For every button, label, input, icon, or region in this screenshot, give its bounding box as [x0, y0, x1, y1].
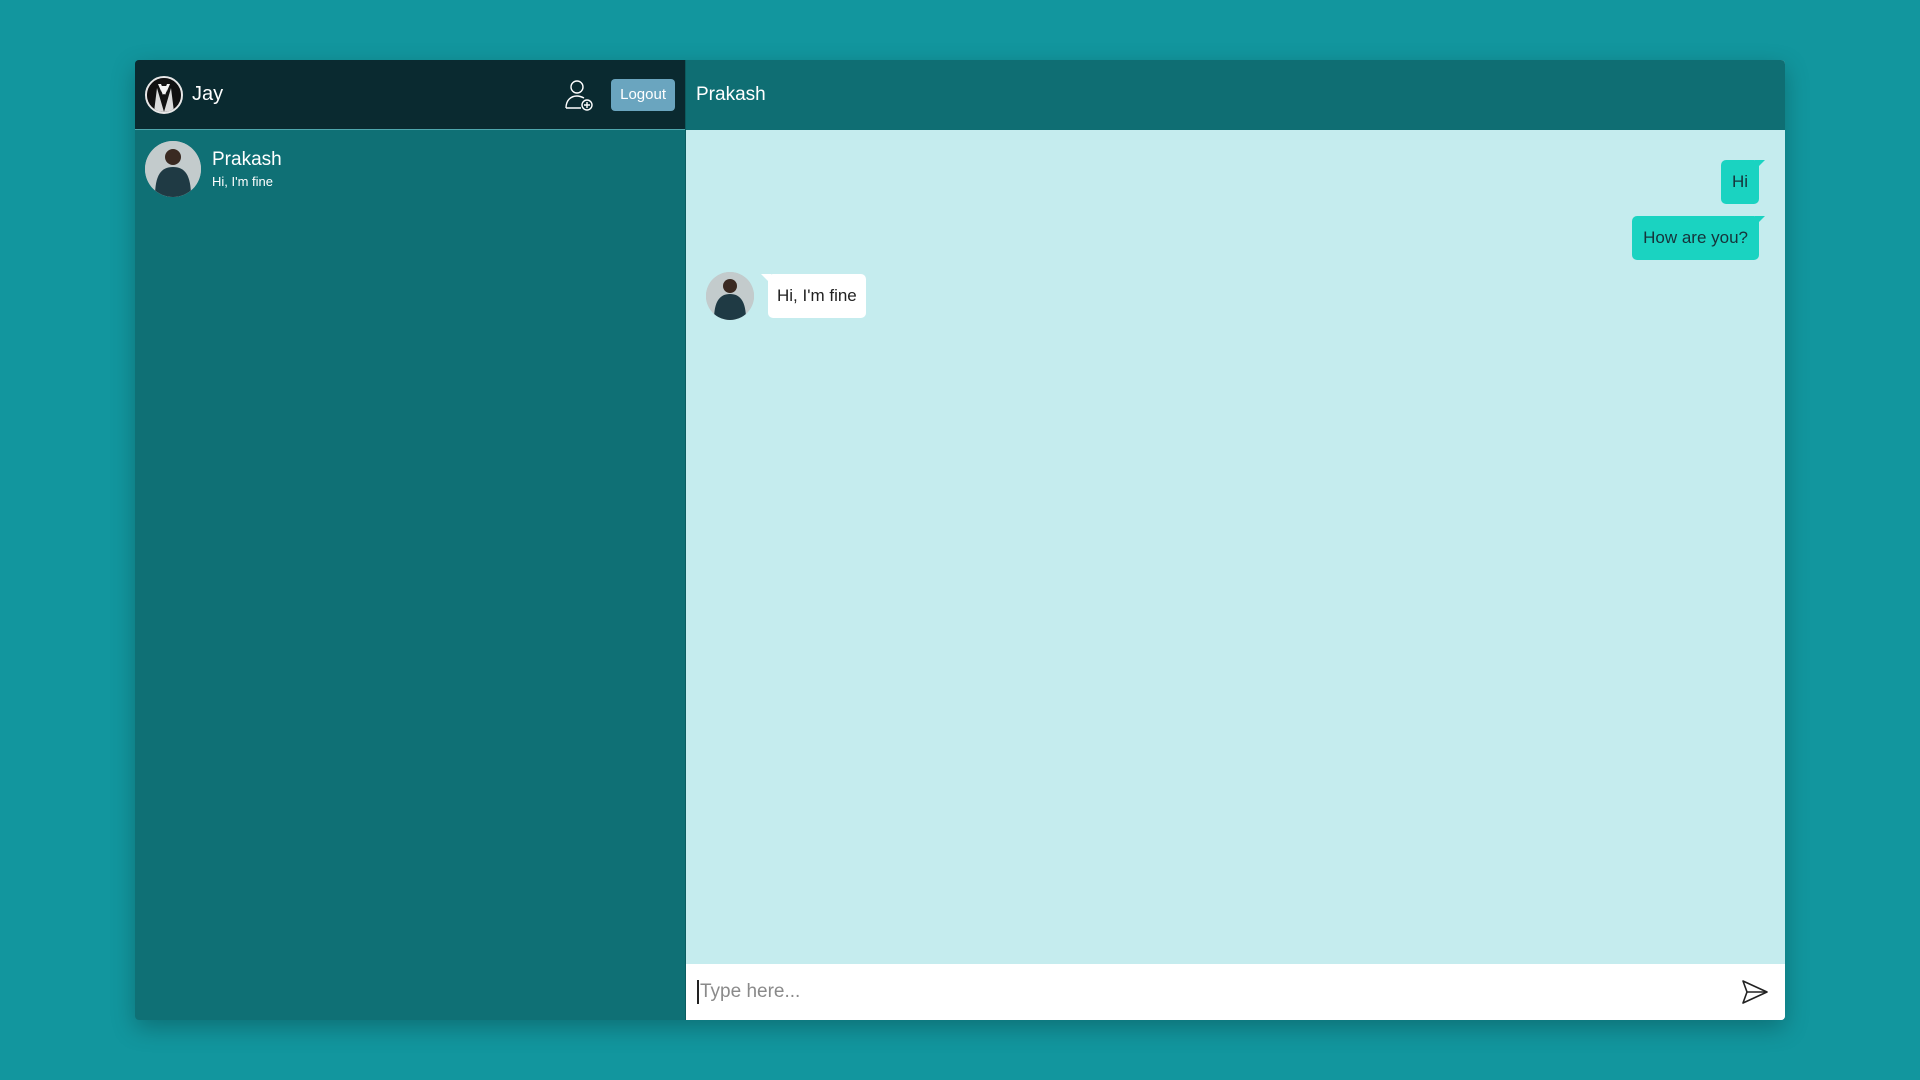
contact-list: Prakash Hi, I'm fine — [135, 130, 685, 1020]
message-composer — [686, 964, 1785, 1020]
chat-title: Prakash — [696, 84, 766, 105]
message-outgoing: Hi — [706, 160, 1766, 204]
sidebar-header: Jay Logout — [135, 60, 685, 130]
message-bubble-incoming: Hi, I'm fine — [761, 274, 866, 318]
chat-app-window: Jay Logout Prakash Hi, I'm fine Prakash … — [135, 60, 1785, 1020]
chat-panel: Prakash Hi How are you? Hi, I'm fine — [686, 60, 1785, 1020]
current-user-name: Jay — [192, 83, 224, 105]
add-user-icon[interactable] — [561, 77, 597, 113]
sender-avatar — [706, 272, 754, 320]
logout-button[interactable]: Logout — [611, 78, 675, 111]
message-outgoing: How are you? — [706, 216, 1765, 260]
contact-name: Prakash — [212, 149, 282, 170]
send-icon[interactable] — [1737, 974, 1773, 1010]
message-bubble-outgoing: Hi — [1720, 160, 1766, 204]
message-input[interactable] — [697, 980, 1737, 1004]
contact-last-message: Hi, I'm fine — [212, 174, 273, 189]
chat-header: Prakash — [686, 60, 1785, 130]
contact-item-prakash[interactable]: Prakash Hi, I'm fine — [135, 130, 685, 208]
contact-avatar — [145, 141, 201, 197]
tuxedo-avatar-icon[interactable] — [145, 75, 183, 114]
message-list: Hi How are you? Hi, I'm fine — [686, 130, 1785, 964]
message-bubble-outgoing: How are you? — [1632, 216, 1765, 260]
message-incoming: Hi, I'm fine — [706, 272, 1759, 320]
sidebar: Jay Logout Prakash Hi, I'm fine — [135, 60, 686, 1020]
